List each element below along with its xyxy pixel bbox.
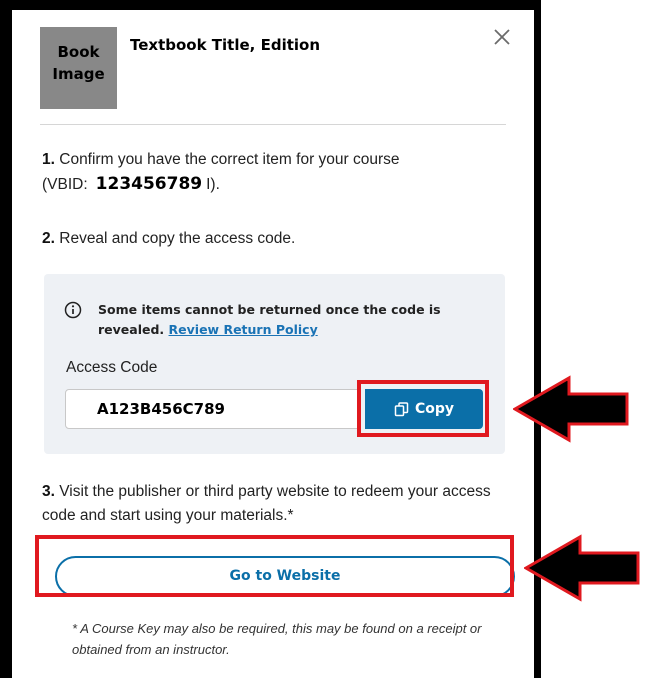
highlight-box-website — [35, 535, 514, 597]
step-text: Reveal and copy the access code. — [59, 230, 296, 247]
step-visit-website: 3. Visit the publisher or third party we… — [42, 480, 512, 528]
vbid-label: (VBID: — [42, 176, 88, 193]
vbid-value: 123456789 — [95, 174, 203, 194]
book-title: Textbook Title, Edition — [130, 36, 321, 54]
step-confirm-item: 1. Confirm you have the correct item for… — [42, 148, 512, 197]
access-code-field[interactable]: A123B456C789 — [65, 389, 361, 429]
highlight-box-copy — [357, 380, 489, 437]
step-number: 1. — [42, 151, 55, 168]
frame-border-top — [0, 0, 541, 10]
close-button[interactable] — [489, 24, 515, 50]
book-image-placeholder: Book Image — [40, 27, 117, 109]
step-text: Confirm you have the correct item for yo… — [59, 151, 400, 168]
frame-border-left — [0, 0, 12, 678]
access-code-label: Access Code — [66, 359, 158, 376]
info-icon — [64, 301, 82, 319]
step-text: Visit the publisher or third party websi… — [42, 483, 491, 524]
close-icon — [494, 29, 510, 45]
step-number: 3. — [42, 483, 55, 500]
return-notice: Some items cannot be returned once the c… — [98, 300, 488, 340]
header-divider — [40, 124, 506, 125]
vbid-close: I). — [206, 176, 220, 193]
step-number: 2. — [42, 230, 55, 247]
course-key-footnote: * A Course Key may also be required, thi… — [72, 621, 482, 657]
step-reveal-code: 2. Reveal and copy the access code. — [42, 227, 295, 251]
left-arrow-icon — [513, 375, 629, 443]
left-arrow-icon — [524, 534, 640, 602]
review-return-policy-link[interactable]: Review Return Policy — [169, 322, 318, 337]
